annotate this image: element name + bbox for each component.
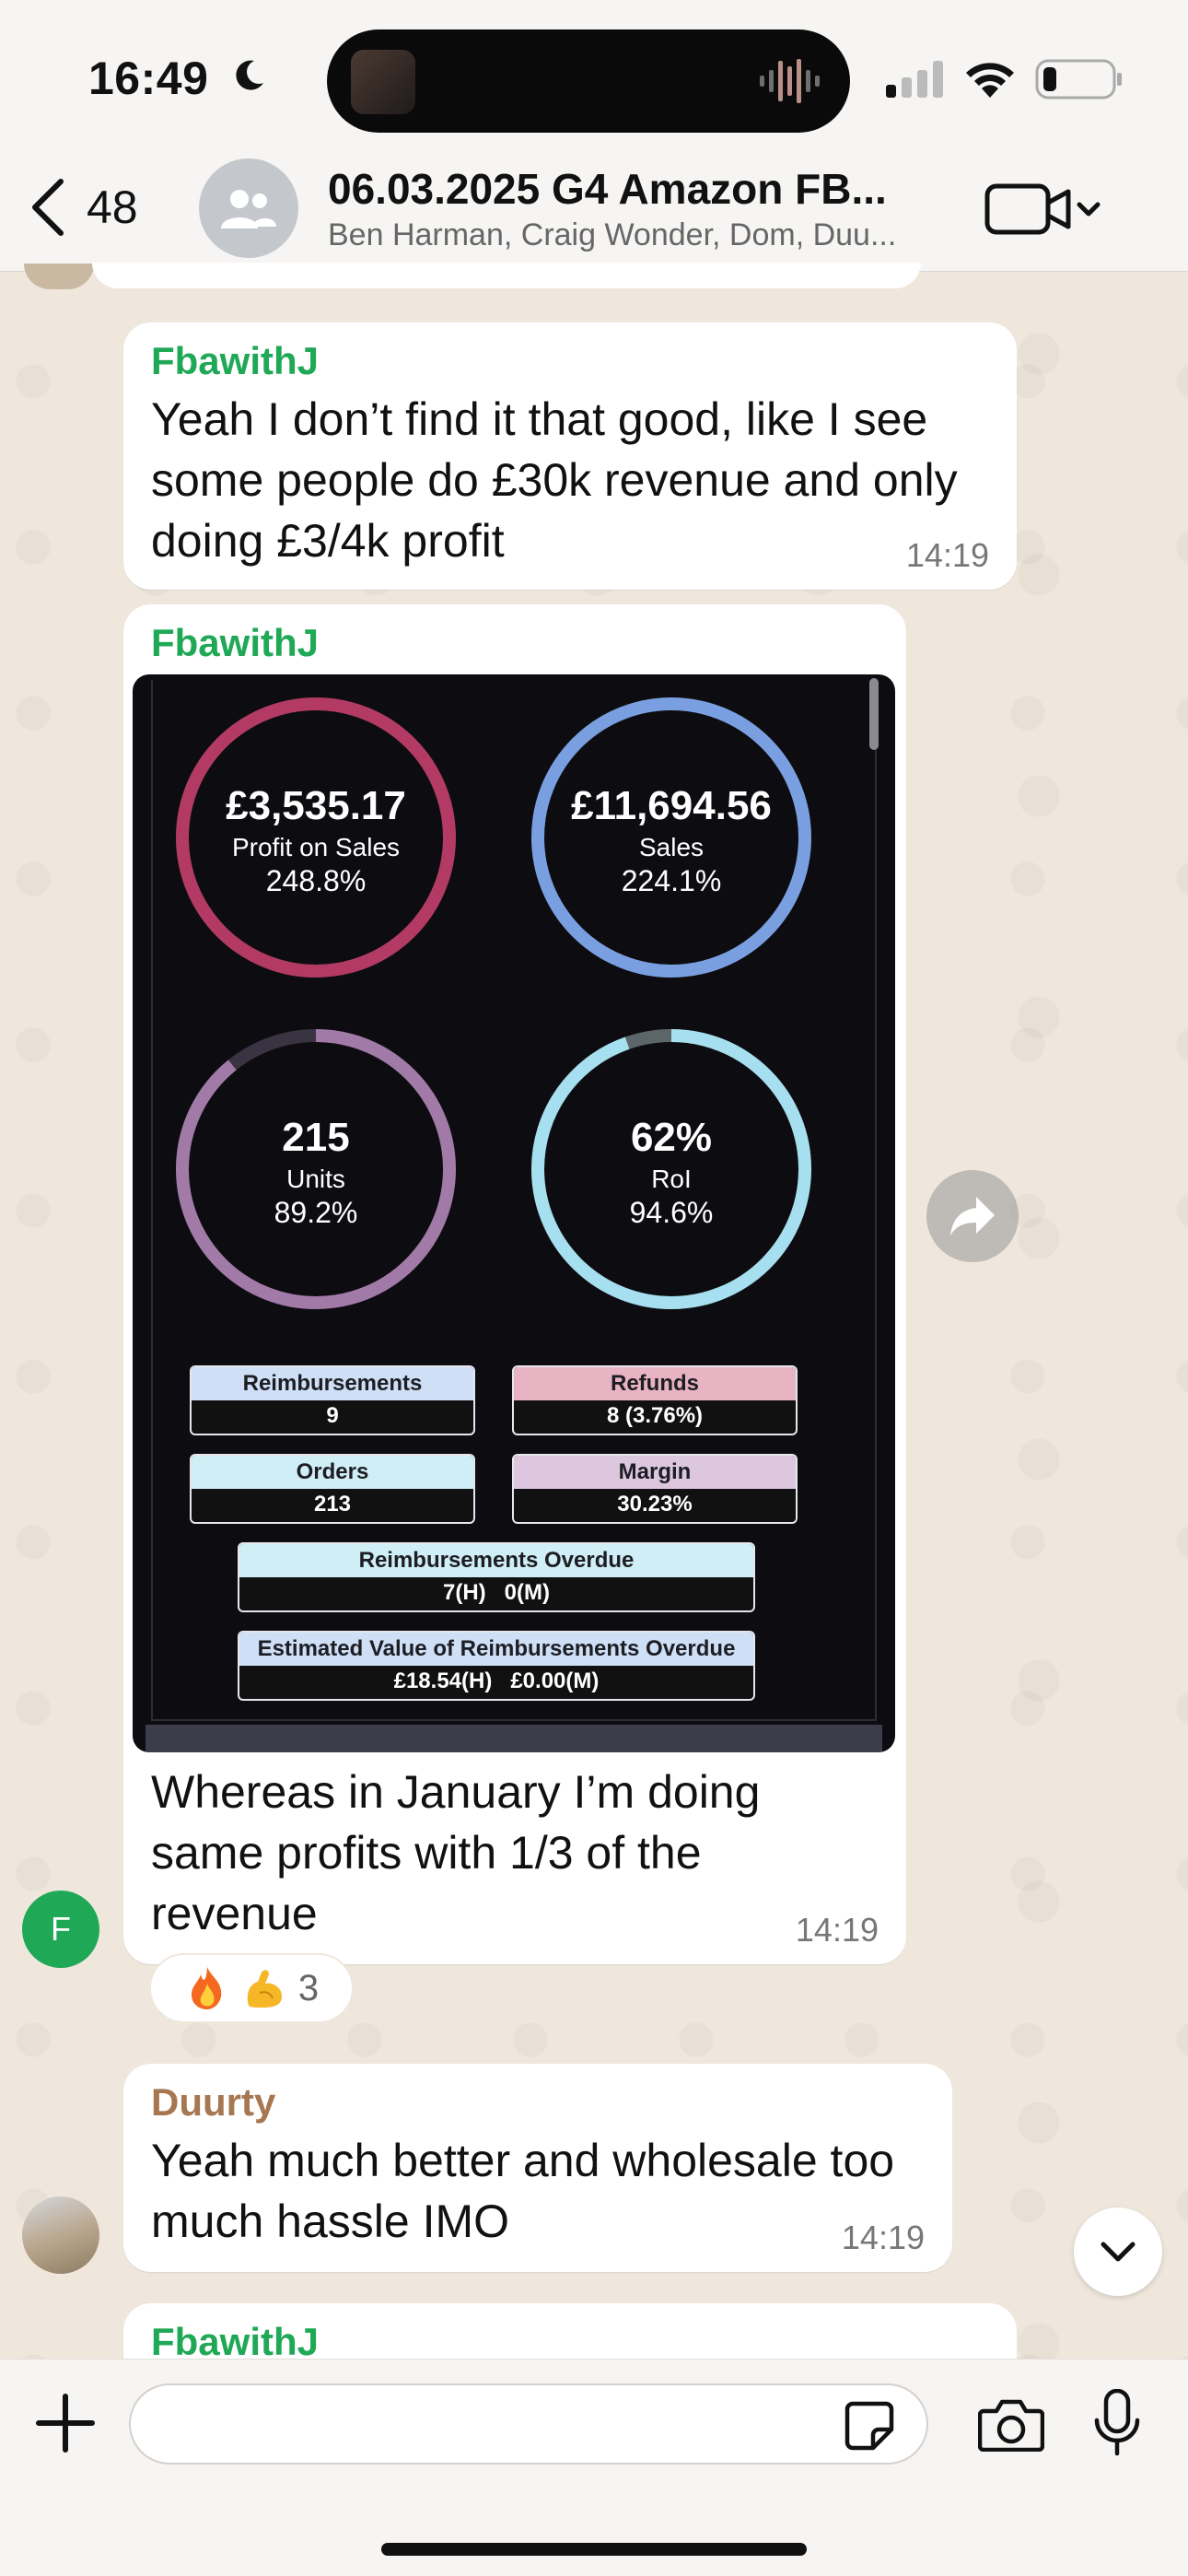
group-avatar[interactable] [199,158,298,258]
stat-reimbursements-overdue: Reimbursements Overdue 7(H) 0(M) [238,1542,755,1612]
stat-label: Reimbursements [192,1367,473,1400]
chat-title[interactable]: 06.03.2025 G4 Amazon FB... [328,164,945,214]
ring-profit-text: £3,535.17 Profit on Sales 248.8% [173,783,459,898]
chevron-left-icon [32,179,64,236]
message-time: 14:19 [795,1911,879,1949]
stat-margin: Margin 30.23% [512,1454,798,1524]
reactions-pill[interactable]: 3 [149,1953,354,2023]
scroll-to-bottom-button[interactable] [1074,2207,1162,2296]
message-bubble-partial [92,263,921,288]
stat-estimated-value-overdue: Estimated Value of Reimbursements Overdu… [238,1631,755,1701]
microphone-icon[interactable] [1094,2389,1140,2457]
units-value: 215 [282,1115,350,1160]
message-time: 14:19 [841,2219,925,2256]
forward-arrow-icon [950,1197,995,1235]
dashboard-screenshot-image[interactable]: £3,535.17 Profit on Sales 248.8% £11,694… [133,674,895,1752]
profit-value: £3,535.17 [226,783,406,828]
group-people-icon [221,190,276,228]
sender-name[interactable]: Duurty [151,2080,275,2125]
clock-time: 16:49 [88,53,209,104]
roi-value: 62% [630,1115,713,1160]
message-text: Yeah I don’t find it that good, like I s… [151,393,958,567]
chevron-down-icon [1101,2242,1136,2262]
sender-name[interactable]: FbawithJ [151,621,319,665]
sticker-icon[interactable] [844,2400,895,2452]
stat-label: Refunds [514,1367,796,1400]
message-bubble[interactable]: FbawithJ Yeah I don’t find it that good,… [123,322,1017,590]
flexed-biceps-emoji-icon [247,1970,282,2008]
cellular-signal-icon [886,61,943,98]
sales-percent: 224.1% [621,864,722,897]
sender-name[interactable]: FbawithJ [151,2320,319,2364]
unread-count: 48 [87,181,138,233]
roi-label: RoI [651,1165,692,1193]
units-percent: 89.2% [274,1196,358,1229]
sales-label: Sales [638,833,705,861]
stat-value: 213 [313,1492,352,1516]
moon-icon [236,60,263,90]
wifi-icon [966,63,1014,98]
audio-wave-icon [760,59,820,103]
ring-sales-text: £11,694.56 Sales 224.1% [529,783,814,898]
stat-value: £18.54(H) £0.00(M) [393,1669,600,1693]
fire-emoji-icon [191,1967,222,2009]
status-bar: 16:49 [0,0,1188,157]
ring-roi-text: 62% RoI 94.6% [529,1115,814,1230]
units-label: Units [286,1165,345,1193]
message-bubble[interactable]: Duurty Yeah much better and wholesale to… [123,2064,952,2272]
video-call-button[interactable] [984,177,1103,241]
dashboard-bottom-toolbar [146,1725,882,1752]
chat-participants[interactable]: Ben Harman, Craig Wonder, Dom, Duu... [328,217,954,253]
stat-orders: Orders 213 [190,1454,475,1524]
avatar[interactable] [22,2196,99,2274]
dynamic-island[interactable] [327,29,850,133]
stat-label: Margin [514,1456,796,1489]
profit-percent: 248.8% [265,864,367,897]
reaction-count: 3 [297,1967,320,2008]
stat-refunds: Refunds 8 (3.76%) [512,1365,798,1435]
home-indicator [381,2543,807,2556]
dashboard-scrollbar [869,678,879,750]
message-time: 14:19 [905,536,989,574]
chat-header: 48 06.03.2025 G4 Amazon FB... Ben Harman… [0,138,1188,272]
stat-value: 9 [326,1403,339,1428]
now-playing-thumbnail [351,50,415,114]
stat-value: 7(H) 0(M) [443,1580,550,1605]
message-text: Whereas in January I’m doing same profit… [151,1766,761,1939]
camera-icon[interactable] [978,2396,1044,2452]
stat-label: Orders [192,1456,473,1489]
stat-label: Reimbursements Overdue [239,1544,753,1577]
roi-percent: 94.6% [629,1196,714,1229]
battery-icon [1035,59,1122,100]
message-input[interactable] [129,2383,928,2465]
ring-units-text: 215 Units 89.2% [173,1115,459,1230]
stat-reimbursements: Reimbursements 9 [190,1365,475,1435]
sender-name[interactable]: FbawithJ [151,339,319,383]
stat-value: 30.23% [617,1492,693,1516]
stat-label: Estimated Value of Reimbursements Overdu… [239,1633,753,1666]
back-button[interactable]: 48 [28,175,166,240]
sales-value: £11,694.56 [571,783,772,828]
profit-label: Profit on Sales [231,833,401,861]
forward-button[interactable] [926,1170,1019,1262]
avatar[interactable]: F [22,1891,99,1968]
stat-value: 8 (3.76%) [606,1403,704,1428]
attach-plus-button[interactable] [35,2393,96,2453]
message-text: Yeah much better and wholesale too much … [151,2135,895,2247]
